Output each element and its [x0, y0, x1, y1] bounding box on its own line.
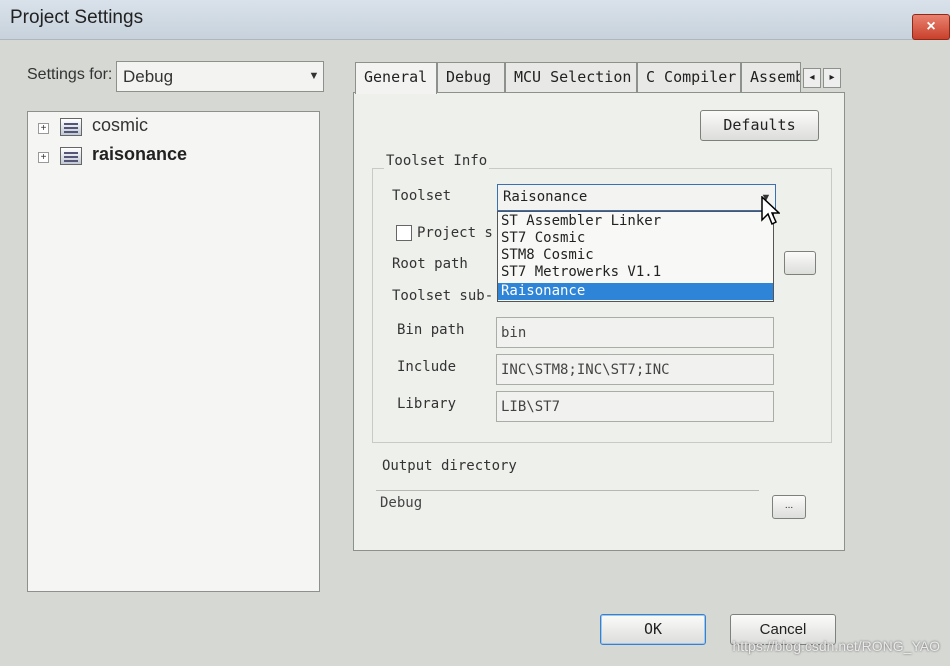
expand-icon[interactable]: + [38, 152, 49, 163]
tree-item-raisonance[interactable]: + raisonance [38, 144, 308, 170]
tab-bar: General Debug MCU Selection C Compiler A… [355, 62, 845, 94]
toolset-info-label: Toolset Info [384, 153, 490, 169]
ok-button[interactable]: OK [600, 614, 706, 645]
bin-path-field[interactable]: bin [496, 317, 774, 348]
tree-item-label: cosmic [92, 115, 149, 135]
bin-path-label: Bin path [397, 322, 465, 338]
project-icon [60, 147, 82, 165]
root-path-label: Root path [392, 256, 468, 272]
toolset-value: Raisonance [503, 189, 588, 205]
toolset-option-st-assembler-linker[interactable]: ST Assembler Linker [498, 213, 773, 230]
toolset-dropdown-list: ST Assembler Linker ST7 Cosmic STM8 Cosm… [497, 211, 774, 302]
title-bar: Project Settings × [0, 0, 950, 40]
root-path-browse-button[interactable] [784, 251, 816, 275]
project-specific-label: Project s [417, 225, 493, 241]
tree-item-cosmic[interactable]: + cosmic [38, 115, 308, 141]
project-icon [60, 118, 82, 136]
settings-for-value: Debug [123, 67, 174, 86]
toolset-option-raisonance[interactable]: Raisonance [498, 283, 773, 300]
general-panel: Defaults Toolset Info Toolset Raisonance… [353, 92, 845, 551]
defaults-button[interactable]: Defaults [700, 110, 819, 141]
toolset-subpath-label: Toolset sub- [392, 288, 494, 304]
tab-mcu-selection[interactable]: MCU Selection [505, 62, 637, 92]
include-label: Include [397, 359, 457, 375]
tab-general[interactable]: General [355, 62, 437, 94]
settings-for-label: Settings for: [27, 66, 113, 83]
expand-icon[interactable]: + [38, 123, 49, 134]
include-field[interactable]: INC\STM8;INC\ST7;INC [496, 354, 774, 385]
chevron-down-icon: ▼ [308, 70, 320, 82]
settings-for-select[interactable]: Debug ▼ [116, 61, 324, 92]
tab-scroll-right-icon[interactable]: ▸ [823, 68, 841, 88]
tab-scroll-left-icon[interactable]: ◂ [803, 68, 821, 88]
library-label: Library [397, 396, 457, 412]
output-directory-field[interactable]: Debug [376, 490, 759, 518]
tab-c-compiler[interactable]: C Compiler [637, 62, 741, 92]
library-field[interactable]: LIB\ST7 [496, 391, 774, 422]
mouse-cursor-icon [761, 196, 780, 226]
output-directory-label: Output directory [382, 458, 517, 474]
toolset-option-stm8-cosmic[interactable]: STM8 Cosmic [498, 247, 773, 264]
toolset-label: Toolset [392, 188, 452, 204]
window-title: Project Settings [10, 7, 144, 28]
tab-assembler[interactable]: Assembl [741, 62, 801, 92]
project-tree[interactable]: + cosmic + raisonance [27, 111, 320, 592]
project-specific-checkbox[interactable] [396, 225, 412, 241]
toolset-option-st7-metrowerks[interactable]: ST7 Metrowerks V1.1 [498, 264, 773, 281]
tab-debug[interactable]: Debug [437, 62, 505, 92]
output-directory-browse-button[interactable]: ... [772, 495, 806, 519]
close-button[interactable]: × [912, 14, 950, 40]
toolset-option-st7-cosmic[interactable]: ST7 Cosmic [498, 230, 773, 247]
watermark: https://blog.csdn.net/RONG_YAO [732, 638, 940, 654]
tree-item-label: raisonance [92, 144, 188, 164]
toolset-select[interactable]: Raisonance ▼ [497, 184, 776, 211]
